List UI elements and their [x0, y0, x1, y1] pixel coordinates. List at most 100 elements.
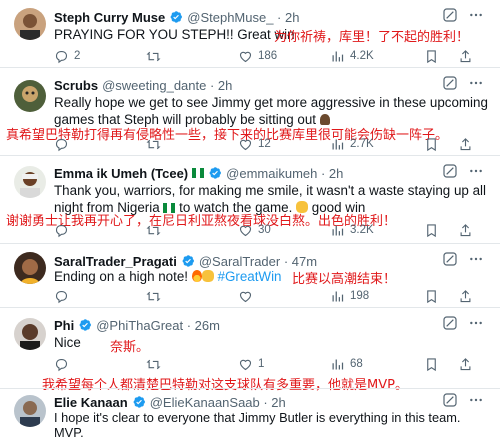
- grok-icon[interactable]: [442, 7, 458, 23]
- reply-button[interactable]: 2: [54, 48, 80, 64]
- more-icon[interactable]: [468, 251, 484, 267]
- nigeria-flag-icon: [192, 168, 205, 178]
- reply-button[interactable]: [54, 222, 69, 238]
- like-button[interactable]: 30: [238, 222, 271, 238]
- author-handle[interactable]: @sweeting_dante · 2h: [102, 78, 232, 93]
- more-icon[interactable]: [468, 315, 484, 331]
- author-handle[interactable]: @SaralTrader · 47m: [199, 254, 317, 269]
- avatar[interactable]: [14, 252, 46, 284]
- author-name[interactable]: SaralTrader_Pragati: [54, 254, 177, 269]
- views-button[interactable]: 68: [330, 356, 363, 372]
- author-handle[interactable]: @ElieKanaanSaab · 2h: [150, 395, 286, 410]
- tweet-header-actions: [442, 392, 484, 408]
- bookmark-button[interactable]: [424, 136, 439, 152]
- tweet-header: Emma ik Umeh (Tcee) @emmaikumeh · 2h: [54, 164, 343, 182]
- bookmark-button[interactable]: [424, 48, 439, 64]
- tweet-saraltrader-pragati[interactable]: SaralTrader_Pragati @SaralTrader · 47m E…: [0, 244, 500, 308]
- translation-caption: 比赛以高潮结束！: [292, 272, 397, 287]
- author-name[interactable]: Phi: [54, 318, 74, 333]
- views-button[interactable]: 3.2K: [330, 222, 374, 238]
- views-button[interactable]: 4.2K: [330, 48, 374, 64]
- bookmark-button[interactable]: [424, 288, 439, 304]
- author-handle[interactable]: @PhiThaGreat · 26m: [96, 318, 220, 333]
- like-icon: [238, 223, 253, 238]
- grok-icon[interactable]: [442, 392, 458, 408]
- avatar[interactable]: [14, 318, 46, 350]
- share-icon: [458, 289, 473, 304]
- author-name[interactable]: Scrubs: [54, 78, 98, 93]
- like-icon: [238, 137, 253, 152]
- more-icon[interactable]: [468, 75, 484, 91]
- retweet-button[interactable]: [146, 356, 161, 372]
- grok-icon[interactable]: [442, 315, 458, 331]
- views-count: 4.2K: [350, 50, 374, 62]
- tweet-scrubs[interactable]: Scrubs @sweeting_dante · 2h Really hope …: [0, 68, 500, 156]
- like-button[interactable]: [238, 288, 253, 304]
- more-icon[interactable]: [468, 7, 484, 23]
- views-icon: [330, 357, 345, 372]
- avatar[interactable]: [14, 80, 46, 112]
- bookmark-icon: [424, 137, 439, 152]
- author-handle[interactable]: @emmaikumeh · 2h: [226, 166, 343, 181]
- bookmark-button[interactable]: [424, 356, 439, 372]
- views-icon: [330, 223, 345, 238]
- bookmark-button[interactable]: [424, 222, 439, 238]
- retweet-icon: [146, 49, 161, 64]
- views-count: 68: [350, 358, 363, 370]
- author-handle[interactable]: @StephMuse_ · 2h: [187, 10, 299, 25]
- share-icon: [458, 357, 473, 372]
- verified-badge-icon: [132, 395, 146, 409]
- author-name[interactable]: Steph Curry Muse: [54, 10, 165, 25]
- retweet-button[interactable]: [146, 48, 161, 64]
- like-button[interactable]: 186: [238, 48, 277, 64]
- retweet-button[interactable]: [146, 136, 161, 152]
- bookmark-icon: [424, 49, 439, 64]
- share-button[interactable]: [458, 288, 473, 304]
- more-icon[interactable]: [468, 163, 484, 179]
- grok-icon[interactable]: [442, 251, 458, 267]
- avatar[interactable]: [14, 8, 46, 40]
- grok-icon[interactable]: [442, 163, 458, 179]
- author-name[interactable]: Elie Kanaan: [54, 395, 128, 410]
- reply-button[interactable]: [54, 288, 69, 304]
- reply-button[interactable]: [54, 136, 69, 152]
- tweet-header: Elie Kanaan @ElieKanaanSaab · 2h: [54, 393, 286, 411]
- tweet-header: Scrubs @sweeting_dante · 2h: [54, 76, 232, 94]
- share-button[interactable]: [458, 136, 473, 152]
- more-icon[interactable]: [468, 392, 484, 408]
- tweet-actions: 30 3.2K: [54, 222, 494, 238]
- tweet-text: PRAYING FOR YOU STEPH!! Great win: [54, 26, 295, 43]
- avatar[interactable]: [14, 166, 46, 198]
- tweet-text-line: Ending on a high note!: [54, 269, 189, 284]
- author-name[interactable]: Emma ik Umeh (Tcee): [54, 166, 188, 181]
- like-icon: [238, 357, 253, 372]
- tweet-header-actions: [442, 163, 484, 179]
- retweet-button[interactable]: [146, 222, 161, 238]
- avatar[interactable]: [14, 395, 46, 427]
- like-button[interactable]: 12: [238, 136, 271, 152]
- tweet-steph-curry-muse[interactable]: Steph Curry Muse @StephMuse_ · 2h PRAYIN…: [0, 0, 500, 68]
- tweet-actions: 1 68: [54, 356, 494, 372]
- like-button[interactable]: 1: [238, 356, 264, 372]
- grok-icon[interactable]: [442, 75, 458, 91]
- share-button[interactable]: [458, 48, 473, 64]
- views-count: 3.2K: [350, 224, 374, 236]
- translation-caption: 为你祈祷，库里！了不起的胜利！: [274, 30, 470, 45]
- views-button[interactable]: 2.7K: [330, 136, 374, 152]
- share-button[interactable]: [458, 222, 473, 238]
- retweet-icon: [146, 137, 161, 152]
- views-button[interactable]: 198: [330, 288, 369, 304]
- translation-caption: 奈斯。: [110, 340, 150, 355]
- tweet-emma-ik-umeh[interactable]: Emma ik Umeh (Tcee) @emmaikumeh · 2h Tha…: [0, 156, 500, 244]
- clap-icon: [201, 270, 214, 282]
- share-button[interactable]: [458, 356, 473, 372]
- reply-button[interactable]: [54, 356, 69, 372]
- tweet-text: Nice: [54, 334, 81, 351]
- retweet-button[interactable]: [146, 288, 161, 304]
- reply-icon: [54, 223, 69, 238]
- hashtag-link[interactable]: #GreatWin: [218, 269, 282, 284]
- views-icon: [330, 289, 345, 304]
- tweet-phi[interactable]: Phi @PhiThaGreat · 26m Nice 奈斯。 1 68: [0, 308, 500, 376]
- tweet-elie-kanaan[interactable]: Elie Kanaan @ElieKanaanSaab · 2h I hope …: [0, 388, 500, 440]
- views-icon: [330, 49, 345, 64]
